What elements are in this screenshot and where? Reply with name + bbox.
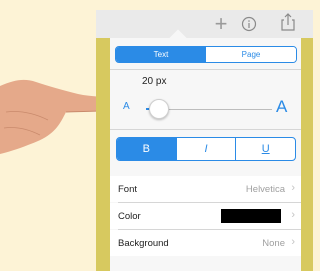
document-edge-right	[301, 38, 313, 271]
color-row[interactable]: Color ›	[110, 203, 301, 229]
font-size-slider-thumb[interactable]	[148, 99, 169, 119]
color-swatch	[221, 209, 281, 223]
plus-icon[interactable]: +	[210, 13, 232, 35]
color-row-label: Color	[118, 211, 141, 222]
divider	[110, 69, 301, 70]
tab-text[interactable]: Text	[116, 47, 206, 62]
background-row-label: Background	[118, 238, 169, 249]
document-edge-left	[96, 38, 110, 271]
small-a-label: A	[123, 101, 130, 112]
underline-button[interactable]: U	[235, 138, 295, 160]
italic-button[interactable]: I	[175, 138, 236, 160]
font-row-label: Font	[118, 184, 138, 195]
font-row[interactable]: Font Helvetica ›	[110, 176, 301, 202]
chevron-right-icon: ›	[291, 182, 295, 194]
bold-button[interactable]: B	[117, 138, 176, 160]
large-a-label: A	[276, 97, 288, 116]
font-size-label: 20 px	[142, 76, 167, 87]
tab-page[interactable]: Page	[206, 47, 296, 62]
background-row-value: None	[262, 238, 285, 249]
divider	[110, 129, 301, 130]
font-row-value: Helvetica	[245, 184, 285, 195]
background-row[interactable]: Background None ›	[110, 230, 301, 256]
chevron-right-icon: ›	[291, 209, 295, 221]
chevron-right-icon: ›	[291, 236, 295, 248]
text-page-segmented-control: Text Page	[115, 46, 297, 63]
share-icon[interactable]	[281, 11, 295, 33]
info-icon[interactable]	[241, 13, 257, 35]
text-style-segmented-control: B I U	[116, 137, 296, 161]
